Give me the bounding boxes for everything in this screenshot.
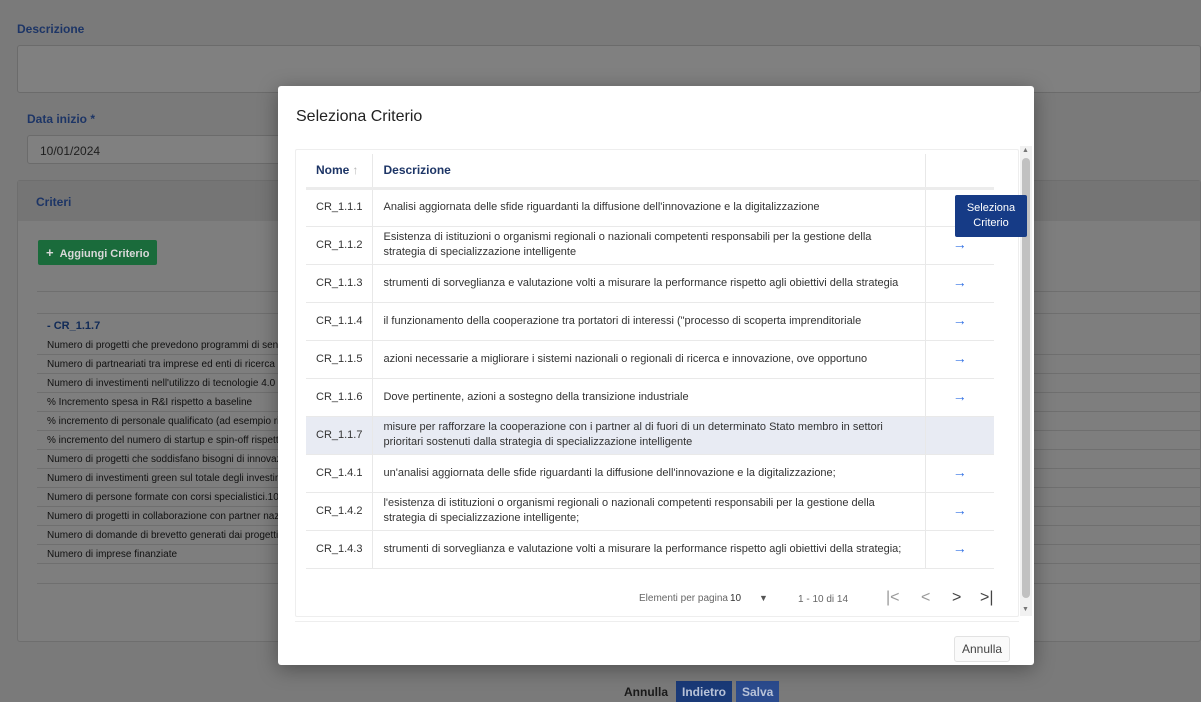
items-per-page-label: Elementi per pagina [639, 593, 728, 604]
criterion-row[interactable]: CR_1.1.5 azioni necessarie a migliorare i… [306, 340, 994, 379]
footer-cancel-button[interactable]: Annulla [624, 685, 668, 699]
start-date-input[interactable]: 10/01/2024 [27, 135, 287, 164]
select-criterion-tooltip: Seleziona Criterio [955, 195, 1027, 237]
criterion-row[interactable]: CR_1.1.6 Dove pertinente, azioni a sosteg… [306, 378, 994, 417]
paginator: Elementi per pagina 10 ▼ 1 - 10 di 14 |<… [296, 583, 1020, 617]
start-date-value: 10/01/2024 [40, 144, 101, 158]
arrow-right-icon[interactable]: → [953, 502, 967, 518]
add-criterion-button[interactable]: + Aggiungi Criterio [38, 240, 158, 265]
column-header-name[interactable]: Nome ↑ [306, 154, 374, 190]
criteria-panel-title: Criteri [36, 195, 72, 209]
criterion-name: CR_1.4.1 [306, 454, 374, 493]
criterion-action-cell [924, 416, 994, 455]
criterion-description: Dove pertinente, azioni a sostegno della… [372, 378, 925, 417]
scroll-down-icon[interactable]: ▼ [1022, 606, 1029, 613]
chevron-down-icon[interactable]: ▼ [759, 593, 768, 603]
dialog-divider [295, 621, 1019, 622]
footer-back-button[interactable]: Indietro [676, 681, 732, 702]
criterion-name: CR_1.1.1 [306, 188, 374, 227]
first-page-button[interactable]: |< [886, 589, 900, 607]
add-criterion-label: Aggiungi Criterio [59, 248, 150, 260]
criterion-action-cell: → [924, 302, 994, 341]
criteria-table-container: Nome ↑ Descrizione CR_1.1.1 Analisi aggior… [295, 149, 1019, 617]
criterion-row[interactable]: CR_1.1.1 Analisi aggiornata delle sfide r… [306, 188, 994, 227]
previous-page-button[interactable]: < [921, 589, 930, 607]
arrow-right-icon[interactable]: → [953, 540, 967, 556]
criterion-name: CR_1.4.3 [306, 530, 374, 569]
page-range: 1 - 10 di 14 [798, 594, 849, 605]
description-label: Descrizione [17, 22, 85, 36]
start-date-label: Data inizio * [27, 112, 96, 126]
criterion-row[interactable]: CR_1.4.1 un'analisi aggiornata delle sfid… [306, 454, 994, 493]
sort-ascending-icon: ↑ [352, 163, 359, 178]
criterion-name: CR_1.1.7 [306, 416, 374, 455]
criterion-action-cell: → [924, 492, 994, 531]
criterion-row[interactable]: CR_1.4.3 strumenti di sorveglianza e valu… [306, 530, 994, 569]
plus-icon: + [46, 245, 54, 260]
criterion-description: il funzionamento della cooperazione tra … [372, 302, 925, 341]
footer-save-button[interactable]: Salva [736, 681, 780, 702]
criterion-name: CR_1.1.3 [306, 264, 374, 303]
arrow-right-icon[interactable]: → [953, 464, 967, 480]
arrow-right-icon[interactable]: → [953, 312, 967, 328]
criterion-description: un'analisi aggiornata delle sfide riguar… [372, 454, 925, 493]
criterion-name: CR_1.1.6 [306, 378, 374, 417]
criterion-description: Esistenza di istituzioni o organismi reg… [372, 226, 925, 265]
criterion-description: azioni necessarie a migliorare i sistemi… [372, 340, 925, 379]
column-header-name-label: Nome [316, 163, 350, 178]
criterion-row[interactable]: CR_1.1.3 strumenti di sorveglianza e valu… [306, 264, 994, 303]
criterion-row[interactable]: CR_1.1.2 Esistenza di istituzioni o organ… [306, 226, 994, 265]
criterion-name: CR_1.1.4 [306, 302, 374, 341]
select-criterion-dialog: Seleziona Criterio Nome ↑ Descrizione CR_… [278, 86, 1034, 665]
criterion-name: CR_1.1.5 [306, 340, 374, 379]
criterion-action-cell: → [924, 454, 994, 493]
criterion-row[interactable]: CR_1.1.4 il funzionamento della cooperazi… [306, 302, 994, 341]
last-page-button[interactable]: >| [980, 589, 994, 607]
criterion-description: l'esistenza di istituzioni o organismi r… [372, 492, 925, 531]
criteria-table: Nome ↑ Descrizione CR_1.1.1 Analisi aggior… [306, 154, 994, 569]
page-size-select[interactable]: 10 [730, 593, 741, 604]
arrow-right-icon[interactable]: → [953, 350, 967, 366]
criterion-name: CR_1.4.2 [306, 492, 374, 531]
column-header-description: Descrizione [372, 154, 925, 190]
criterion-description: strumenti di sorveglianza e valutazione … [372, 530, 925, 569]
criterion-name: CR_1.1.2 [306, 226, 374, 265]
next-page-button[interactable]: > [952, 589, 961, 607]
criterion-row[interactable]: CR_1.4.2 l'esistenza di istituzioni o org… [306, 492, 994, 531]
criterion-action-cell: → [924, 378, 994, 417]
arrow-right-icon[interactable]: → [953, 388, 967, 404]
dialog-cancel-button[interactable]: Annulla [954, 636, 1011, 662]
criterion-description: Analisi aggiornata delle sfide riguardan… [372, 188, 925, 227]
column-header-action [924, 154, 994, 190]
criterion-description: strumenti di sorveglianza e valutazione … [372, 264, 925, 303]
criterion-description: misure per rafforzare la cooperazione co… [372, 416, 925, 455]
arrow-right-icon[interactable]: → [953, 236, 967, 252]
scroll-up-icon[interactable]: ▲ [1022, 147, 1029, 154]
criterion-action-cell: → [924, 340, 994, 379]
dialog-title: Seleziona Criterio [296, 108, 423, 125]
criterion-group-label: - CR_1.1.7 [47, 320, 101, 332]
criterion-action-cell: → [924, 264, 994, 303]
arrow-right-icon[interactable]: → [953, 274, 967, 290]
criterion-row[interactable]: CR_1.1.7 misure per rafforzare la coopera… [306, 416, 994, 455]
criterion-action-cell: → [924, 530, 994, 569]
